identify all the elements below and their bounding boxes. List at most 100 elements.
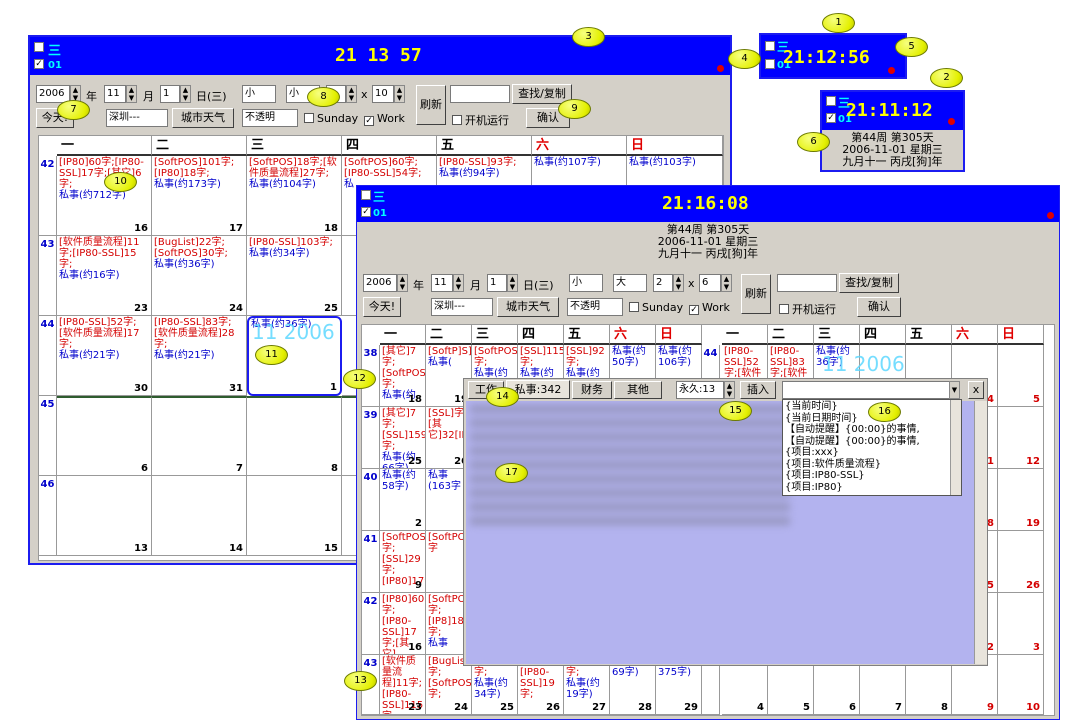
day-cell[interactable]: [其它]7字;[SoftPOS]15字;私事(约18	[380, 345, 426, 407]
rows-spinner[interactable]: ▲ ▼	[346, 85, 357, 103]
second-search-input[interactable]	[777, 274, 837, 292]
opacity-select[interactable]: 不透明	[242, 109, 298, 127]
day-cell[interactable]: [SoftPOS]101字;[IP80]18字; 私事(约173字) 17	[152, 156, 247, 236]
mini1-top-checkbox[interactable]	[765, 59, 775, 69]
second-cols-input[interactable]: 6	[699, 274, 721, 292]
second-pin-checkbox[interactable]	[361, 190, 371, 200]
mini2-close-icon[interactable]	[948, 118, 955, 125]
tab-finance[interactable]: 财务	[572, 381, 612, 399]
mini1-close-icon[interactable]	[888, 67, 895, 74]
second-close-icon[interactable]	[1047, 212, 1054, 219]
second-day-spinner[interactable]: ▲ ▼	[507, 274, 518, 292]
main-titlebar[interactable]: ✓ 三 01 21 13 57	[30, 37, 730, 75]
day-cell[interactable]: [BugList]22字;[SoftPOS]30字; 私事(约36字) 24	[152, 236, 247, 316]
editor-close-button[interactable]: x	[968, 381, 984, 399]
template-item[interactable]: {项目:IP80-SSL}	[785, 470, 959, 482]
second-top-checkbox[interactable]: ✓	[361, 207, 371, 217]
second-year-input[interactable]: 2006	[363, 274, 397, 292]
second-startup-checkbox[interactable]: 开机运行	[779, 301, 836, 317]
second-year-spinner[interactable]: ▲ ▼	[397, 274, 408, 292]
second-titlebar[interactable]: ✓ 三 01 21:16:08	[357, 186, 1059, 222]
template-item[interactable]: 【自动提醒】{00:00}的事情,	[785, 436, 959, 448]
mini2-top-checkbox[interactable]: ✓	[826, 113, 836, 123]
day-cell[interactable]: 15	[247, 476, 342, 556]
day-cell[interactable]: 14	[152, 476, 247, 556]
work-checkbox[interactable]: ✓ Work	[364, 112, 405, 126]
template-list-scrollbar[interactable]	[950, 400, 961, 495]
second-month-input[interactable]: 11	[431, 274, 453, 292]
second-startup-check-icon[interactable]	[779, 304, 789, 314]
template-item[interactable]: {项目:xxx}	[785, 447, 959, 459]
keep-days-input[interactable]: 永久:13	[676, 381, 724, 399]
second-size-select[interactable]: 小	[569, 274, 603, 292]
note-scrollbar[interactable]	[974, 401, 987, 664]
day-cell[interactable]: 私事(约58字) 2	[380, 469, 426, 531]
city-weather-button[interactable]: 城市天气	[172, 108, 234, 128]
close-dot-icon[interactable]	[717, 65, 724, 72]
pin-checkbox[interactable]	[34, 42, 44, 52]
month-input[interactable]: 11	[104, 85, 126, 103]
second-font-select[interactable]: 大	[613, 274, 647, 292]
day-cell[interactable]: [IP80-SSL]103字; 私事(约34字) 25	[247, 236, 342, 316]
mini2-pin-checkbox[interactable]	[826, 96, 836, 106]
day-cell[interactable]: [IP80-SSL]52字;[软件质量流程]17字; 私事(约21字) 30	[57, 316, 152, 396]
day-cell[interactable]: 12	[998, 407, 1044, 469]
second-confirm-button[interactable]: 确认	[857, 297, 901, 317]
second-opacity-select[interactable]: 不透明	[567, 298, 623, 316]
refresh-button[interactable]: 刷新	[416, 85, 446, 125]
search-input[interactable]	[450, 85, 510, 103]
second-work-check-icon[interactable]: ✓	[689, 305, 699, 315]
day-spinner[interactable]: ▲ ▼	[180, 85, 191, 103]
second-month-spinner[interactable]: ▲ ▼	[453, 274, 464, 292]
day-cell[interactable]: [IP80]60字;[IP80-SSL]17字;[其它]6字; 私事(约712字)…	[57, 156, 152, 236]
topmost-checkbox[interactable]: ✓	[34, 59, 44, 69]
keep-days-spinner[interactable]: ▲ ▼	[724, 381, 735, 399]
cols-input[interactable]: 10	[372, 85, 394, 103]
template-item[interactable]: {项目:IP80}	[785, 482, 959, 494]
sunday-check-icon[interactable]	[304, 113, 314, 123]
work-check-icon[interactable]: ✓	[364, 116, 374, 126]
day-cell[interactable]: 19	[998, 469, 1044, 531]
second-rows-input[interactable]: 2	[653, 274, 673, 292]
mini-clock-2-titlebar[interactable]: ✓ 三 01 21:11:12	[822, 92, 963, 130]
city-select[interactable]: 深圳---	[106, 109, 168, 127]
cols-spinner[interactable]: ▲ ▼	[394, 85, 405, 103]
day-cell[interactable]: 3	[998, 593, 1044, 655]
day-cell[interactable]: 5	[998, 345, 1044, 407]
startup-checkbox[interactable]: 开机运行	[452, 112, 509, 128]
insert-button[interactable]: 插入	[740, 381, 776, 399]
size-select[interactable]: 小	[242, 85, 276, 103]
day-cell[interactable]: 10	[998, 655, 1044, 715]
day-cell[interactable]: [其它]7字;[SSL]159字; 私事(约66字) 25	[380, 407, 426, 469]
template-item[interactable]: {项目:软件质量流程}	[785, 459, 959, 471]
second-refresh-button[interactable]: 刷新	[741, 274, 771, 314]
day-cell[interactable]: [SoftPOS]18字;[软件质量流程]27字; 私事(约104字) 18	[247, 156, 342, 236]
insert-template-select[interactable]	[782, 381, 960, 399]
mini1-pin-checkbox[interactable]	[765, 41, 775, 51]
second-work-checkbox[interactable]: ✓ Work	[689, 301, 730, 315]
day-cell[interactable]: [IP80-SSL]83字;[软件质量流程]28字; 私事(约21字) 31	[152, 316, 247, 396]
second-day-input[interactable]: 1	[487, 274, 507, 292]
day-cell[interactable]: 8	[247, 396, 342, 476]
tab-other[interactable]: 其他	[614, 381, 662, 399]
template-item[interactable]: 【自动提醒】{00:00}的事情,	[785, 424, 959, 436]
day-input[interactable]: 1	[160, 85, 180, 103]
second-sunday-check-icon[interactable]	[629, 302, 639, 312]
insert-template-dropdown-icon[interactable]: ▼	[949, 381, 960, 399]
month-spinner[interactable]: ▲ ▼	[126, 85, 137, 103]
day-cell[interactable]: [软件质量流程]11字;[IP80-SSL]115字23	[380, 655, 426, 715]
second-sunday-checkbox[interactable]: Sunday	[629, 301, 683, 314]
sunday-checkbox[interactable]: Sunday	[304, 112, 358, 125]
second-cols-spinner[interactable]: ▲ ▼	[721, 274, 732, 292]
day-cell[interactable]: 26	[998, 531, 1044, 593]
day-cell[interactable]: 6	[57, 396, 152, 476]
second-today-button[interactable]: 今天!	[363, 297, 401, 317]
mini-clock-1-titlebar[interactable]: 三 01 21:12:56	[761, 35, 905, 77]
second-rows-spinner[interactable]: ▲ ▼	[673, 274, 684, 292]
second-city-weather-button[interactable]: 城市天气	[497, 297, 559, 317]
day-cell[interactable]: 13	[57, 476, 152, 556]
day-cell[interactable]: [IP80]60字;[IP80-SSL]17字;[其它] 16	[380, 593, 426, 655]
day-cell[interactable]: [SoftPOS]15字;[SSL]29字;[IP80]1799	[380, 531, 426, 593]
day-cell[interactable]: 7	[152, 396, 247, 476]
day-cell[interactable]: [软件质量流程]11字;[IP80-SSL]15字; 私事(约16字) 23	[57, 236, 152, 316]
